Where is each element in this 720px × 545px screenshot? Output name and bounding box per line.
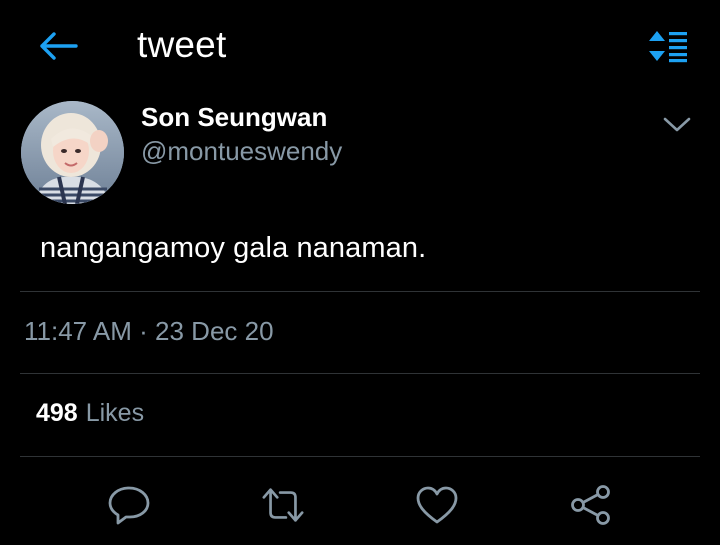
chevron-down-icon xyxy=(663,117,691,132)
like-button[interactable] xyxy=(414,482,460,528)
reply-button[interactable] xyxy=(106,482,152,528)
tweet-text: nangangamoy gala nanaman. xyxy=(40,232,427,264)
tweet-menu-button[interactable] xyxy=(658,110,696,140)
sort-button[interactable] xyxy=(645,27,691,65)
retweet-icon xyxy=(262,488,304,522)
arrow-left-icon xyxy=(40,32,78,60)
share-icon xyxy=(571,485,610,525)
divider xyxy=(20,456,700,457)
likes-stat[interactable]: 498 Likes xyxy=(36,399,144,428)
avatar-photo xyxy=(21,101,124,204)
back-button[interactable] xyxy=(36,28,80,64)
likes-label: Likes xyxy=(85,399,145,427)
heart-icon xyxy=(416,486,458,524)
display-name[interactable]: Son Seungwan xyxy=(141,102,327,133)
reply-icon xyxy=(108,486,150,525)
username[interactable]: @montueswendy xyxy=(141,136,342,167)
share-button[interactable] xyxy=(568,482,614,528)
retweet-button[interactable] xyxy=(260,482,306,528)
page-title: tweet xyxy=(137,24,227,65)
avatar[interactable] xyxy=(21,101,124,204)
sort-icon xyxy=(649,31,687,63)
divider xyxy=(20,291,700,292)
likes-count: 498 xyxy=(36,399,78,427)
tweet-timestamp: 11:47 AM · 23 Dec 20 xyxy=(24,316,274,346)
top-app-bar: tweet xyxy=(0,0,720,90)
divider xyxy=(20,373,700,374)
